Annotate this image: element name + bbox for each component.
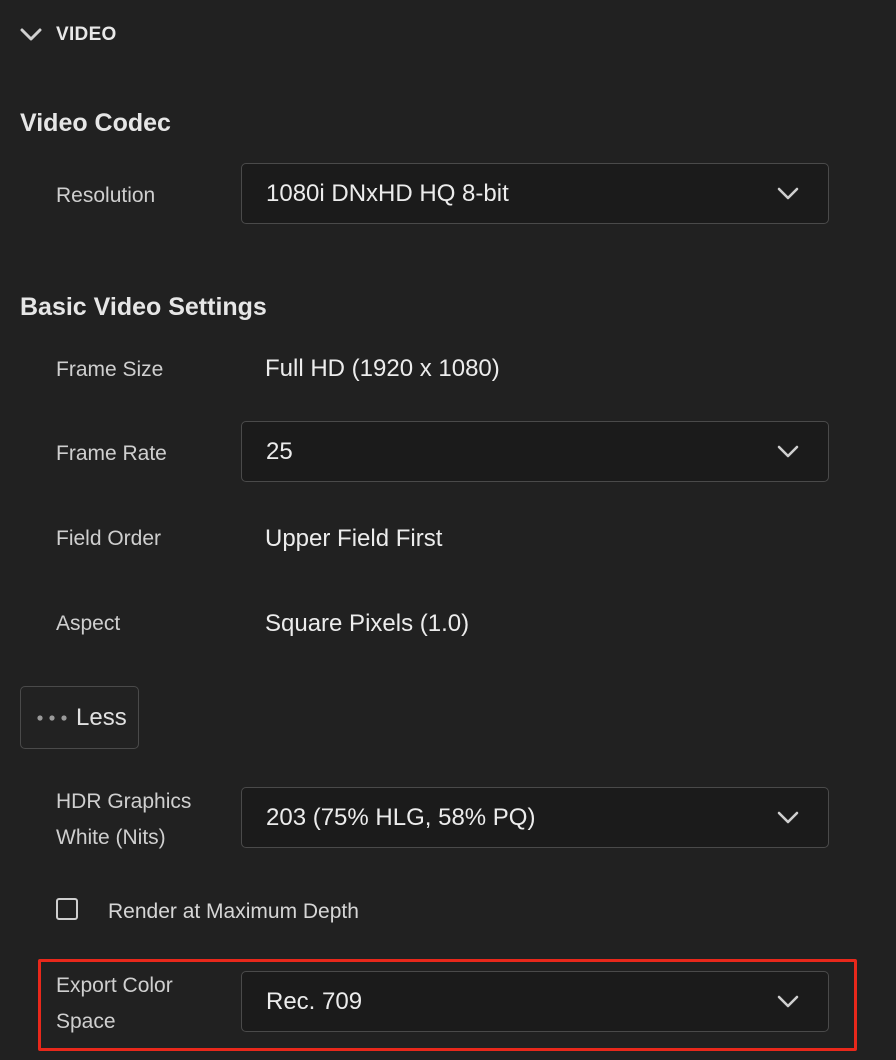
chevron-down-icon: [768, 184, 808, 204]
export-color-label-line1: Export Color: [56, 974, 173, 997]
video-codec-heading: Video Codec: [20, 109, 171, 137]
basic-video-settings-heading: Basic Video Settings: [20, 293, 267, 321]
section-title: VIDEO: [56, 24, 117, 45]
hdr-graphics-white-dropdown[interactable]: 203 (75% HLG, 58% PQ): [241, 787, 829, 848]
aspect-label: Aspect: [56, 612, 121, 635]
hdr-label-line1: HDR Graphics: [56, 790, 192, 813]
hdr-graphics-white-value: 203 (75% HLG, 58% PQ): [266, 803, 536, 831]
resolution-value: 1080i DNxHD HQ 8-bit: [266, 179, 509, 207]
export-color-space-label: Export Color Space: [56, 968, 173, 1040]
video-section-header[interactable]: VIDEO: [20, 20, 117, 50]
frame-rate-value: 25: [266, 437, 293, 465]
frame-rate-dropdown[interactable]: 25: [241, 421, 829, 482]
render-max-depth-label[interactable]: Render at Maximum Depth: [108, 895, 359, 929]
frame-size-label: Frame Size: [56, 358, 164, 381]
frame-rate-label: Frame Rate: [56, 442, 167, 465]
field-order-label: Field Order: [56, 527, 162, 550]
hdr-label-line2: White (Nits): [56, 826, 166, 849]
export-color-space-value: Rec. 709: [266, 987, 363, 1015]
more-dots-icon: [36, 713, 70, 723]
resolution-label: Resolution: [56, 184, 156, 207]
resolution-dropdown[interactable]: 1080i DNxHD HQ 8-bit: [241, 163, 829, 224]
export-color-space-dropdown[interactable]: Rec. 709: [241, 971, 829, 1032]
hdr-graphics-white-label: HDR Graphics White (Nits): [56, 784, 191, 856]
less-button-label: Less: [76, 703, 127, 731]
chevron-down-icon: [768, 992, 808, 1012]
aspect-value: Square Pixels (1.0): [265, 610, 470, 637]
chevron-down-icon[interactable]: [20, 25, 46, 45]
chevron-down-icon: [768, 442, 808, 462]
field-order-value: Upper Field First: [265, 525, 443, 552]
less-button[interactable]: Less: [20, 686, 139, 749]
export-color-label-line2: Space: [56, 1010, 116, 1033]
frame-size-value: Full HD (1920 x 1080): [265, 355, 500, 382]
render-max-depth-checkbox[interactable]: [56, 898, 78, 920]
chevron-down-icon: [768, 808, 808, 828]
